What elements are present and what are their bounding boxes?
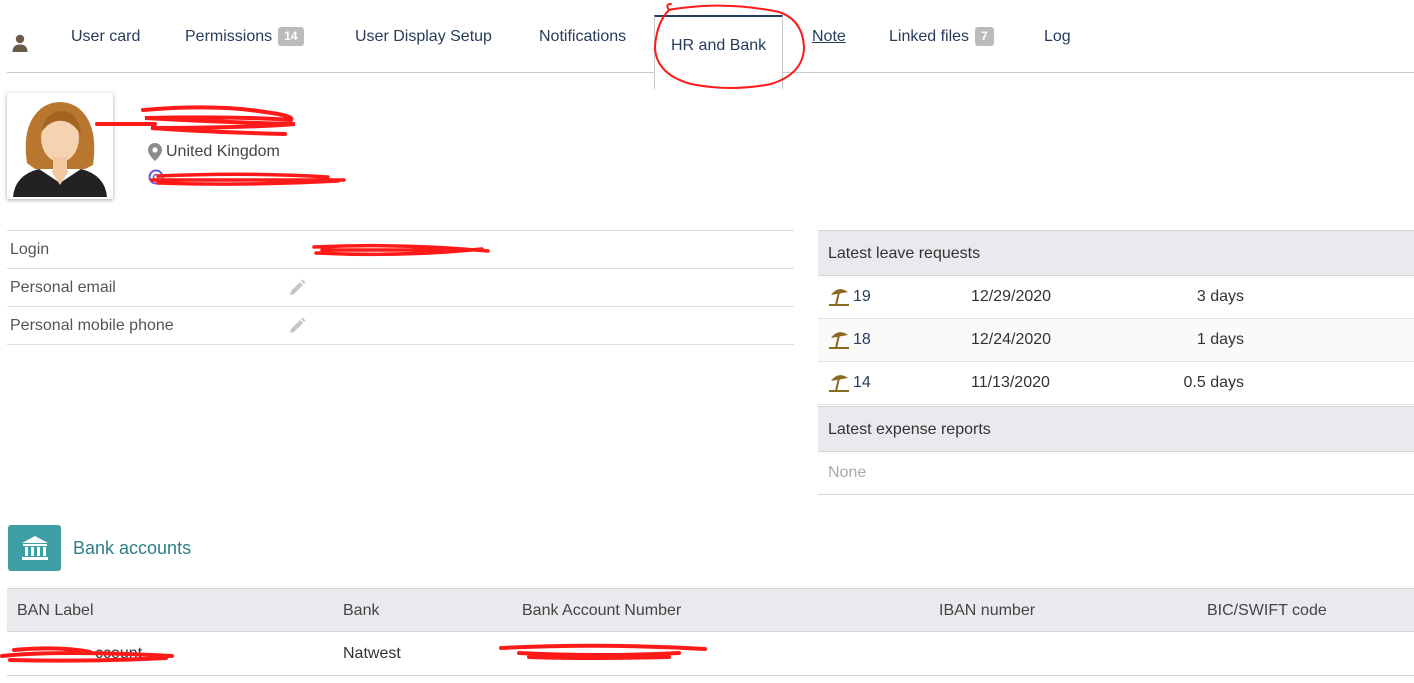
- tab-label: Permissions: [185, 27, 273, 45]
- bank-name-value: Natwest: [343, 645, 401, 662]
- personal-email-row: Personal email: [7, 269, 794, 307]
- tab-label: User card: [71, 27, 141, 45]
- leave-duration: 3 days: [1196, 288, 1244, 305]
- leave-row: 18 12/24/2020 1 days: [818, 319, 1414, 362]
- personal-mobile-label: Personal mobile phone: [10, 317, 174, 334]
- column-bank: Bank: [343, 602, 380, 619]
- tab-label: Linked files: [889, 27, 970, 45]
- personal-email-label: Personal email: [10, 279, 116, 296]
- tab-hr-and-bank[interactable]: HR and Bank: [654, 15, 784, 89]
- column-ban-label: BAN Label: [17, 602, 94, 619]
- tab-note[interactable]: Note: [812, 0, 846, 73]
- tab-label: Note: [812, 27, 846, 45]
- tab-user-card[interactable]: User card: [71, 0, 140, 73]
- permissions-count-badge: 14: [278, 27, 304, 46]
- tab-label: HR and Bank: [671, 37, 767, 54]
- expense-none-text: None: [818, 452, 1414, 495]
- login-label: Login: [10, 241, 50, 258]
- tab-label: Log: [1044, 27, 1071, 45]
- expense-reports-panel: Latest expense reports None: [818, 406, 1414, 495]
- bank-accounts-title: Bank accounts: [73, 538, 192, 558]
- leave-duration: 1 days: [1196, 331, 1244, 348]
- tab-linked-files[interactable]: Linked files 7: [889, 0, 994, 73]
- tab-user-display-setup[interactable]: User Display Setup: [355, 0, 492, 73]
- leave-requests-title: Latest leave requests: [818, 230, 1414, 276]
- bank-building-icon: [21, 536, 48, 560]
- tab-bar: User card Permissions 14 User Display Se…: [7, 0, 1414, 89]
- tab-label: User Display Setup: [355, 27, 492, 45]
- redacted-ban-label: [0, 646, 174, 663]
- column-bic-swift-code: BIC/SWIFT code: [1207, 602, 1327, 619]
- beach-umbrella-icon: [829, 332, 849, 349]
- bank-section-icon-box: [8, 525, 61, 571]
- bank-accounts-table: BAN Label Bank Bank Account Number IBAN …: [0, 588, 1414, 676]
- leave-row: 19 12/29/2020 3 days: [818, 276, 1414, 319]
- pencil-icon[interactable]: [287, 316, 307, 336]
- redacted-account-number: [499, 643, 707, 660]
- user-info-table: Login Personal email Personal mobile pho…: [7, 230, 794, 345]
- redacted-user-email: [148, 169, 346, 186]
- leave-duration: 0.5 days: [1183, 374, 1244, 391]
- column-bank-account-number: Bank Account Number: [522, 602, 682, 619]
- avatar: [7, 93, 113, 199]
- beach-umbrella-icon: [829, 375, 849, 392]
- tab-log[interactable]: Log: [1044, 0, 1071, 73]
- tab-notifications[interactable]: Notifications: [539, 0, 626, 73]
- bank-table-header: BAN Label Bank Bank Account Number IBAN …: [7, 588, 1414, 632]
- leave-id-link[interactable]: 14: [853, 374, 871, 392]
- personal-mobile-row: Personal mobile phone: [7, 307, 794, 345]
- expense-reports-title: Latest expense reports: [818, 406, 1414, 452]
- redacted-user-name: [95, 105, 296, 136]
- leave-date: 12/29/2020: [971, 288, 1052, 305]
- map-marker-icon: [148, 143, 162, 161]
- leave-id-link[interactable]: 18: [853, 331, 871, 349]
- beach-umbrella-icon: [829, 289, 849, 306]
- avatar-image: [7, 93, 113, 199]
- location-text: United Kingdom: [166, 143, 280, 160]
- leave-date: 12/24/2020: [971, 331, 1052, 348]
- leave-row: 14 11/13/2020 0.5 days: [818, 362, 1414, 405]
- leave-requests-panel: Latest leave requests 19 12/29/2020 3 da…: [818, 230, 1414, 405]
- table-row[interactable]: ccount Natwest: [0, 632, 1414, 676]
- login-row: Login: [7, 231, 794, 269]
- tab-permissions[interactable]: Permissions 14: [185, 0, 304, 73]
- leave-id-link[interactable]: 19: [853, 288, 871, 306]
- leave-date: 11/13/2020: [971, 374, 1050, 391]
- user-icon: [12, 34, 28, 52]
- linked-files-count-badge: 7: [975, 27, 994, 46]
- pencil-icon[interactable]: [287, 278, 307, 298]
- tab-label: Notifications: [539, 27, 627, 45]
- redacted-login-value: [312, 243, 490, 257]
- user-location: United Kingdom: [148, 143, 280, 161]
- column-iban-number: IBAN number: [939, 602, 1036, 619]
